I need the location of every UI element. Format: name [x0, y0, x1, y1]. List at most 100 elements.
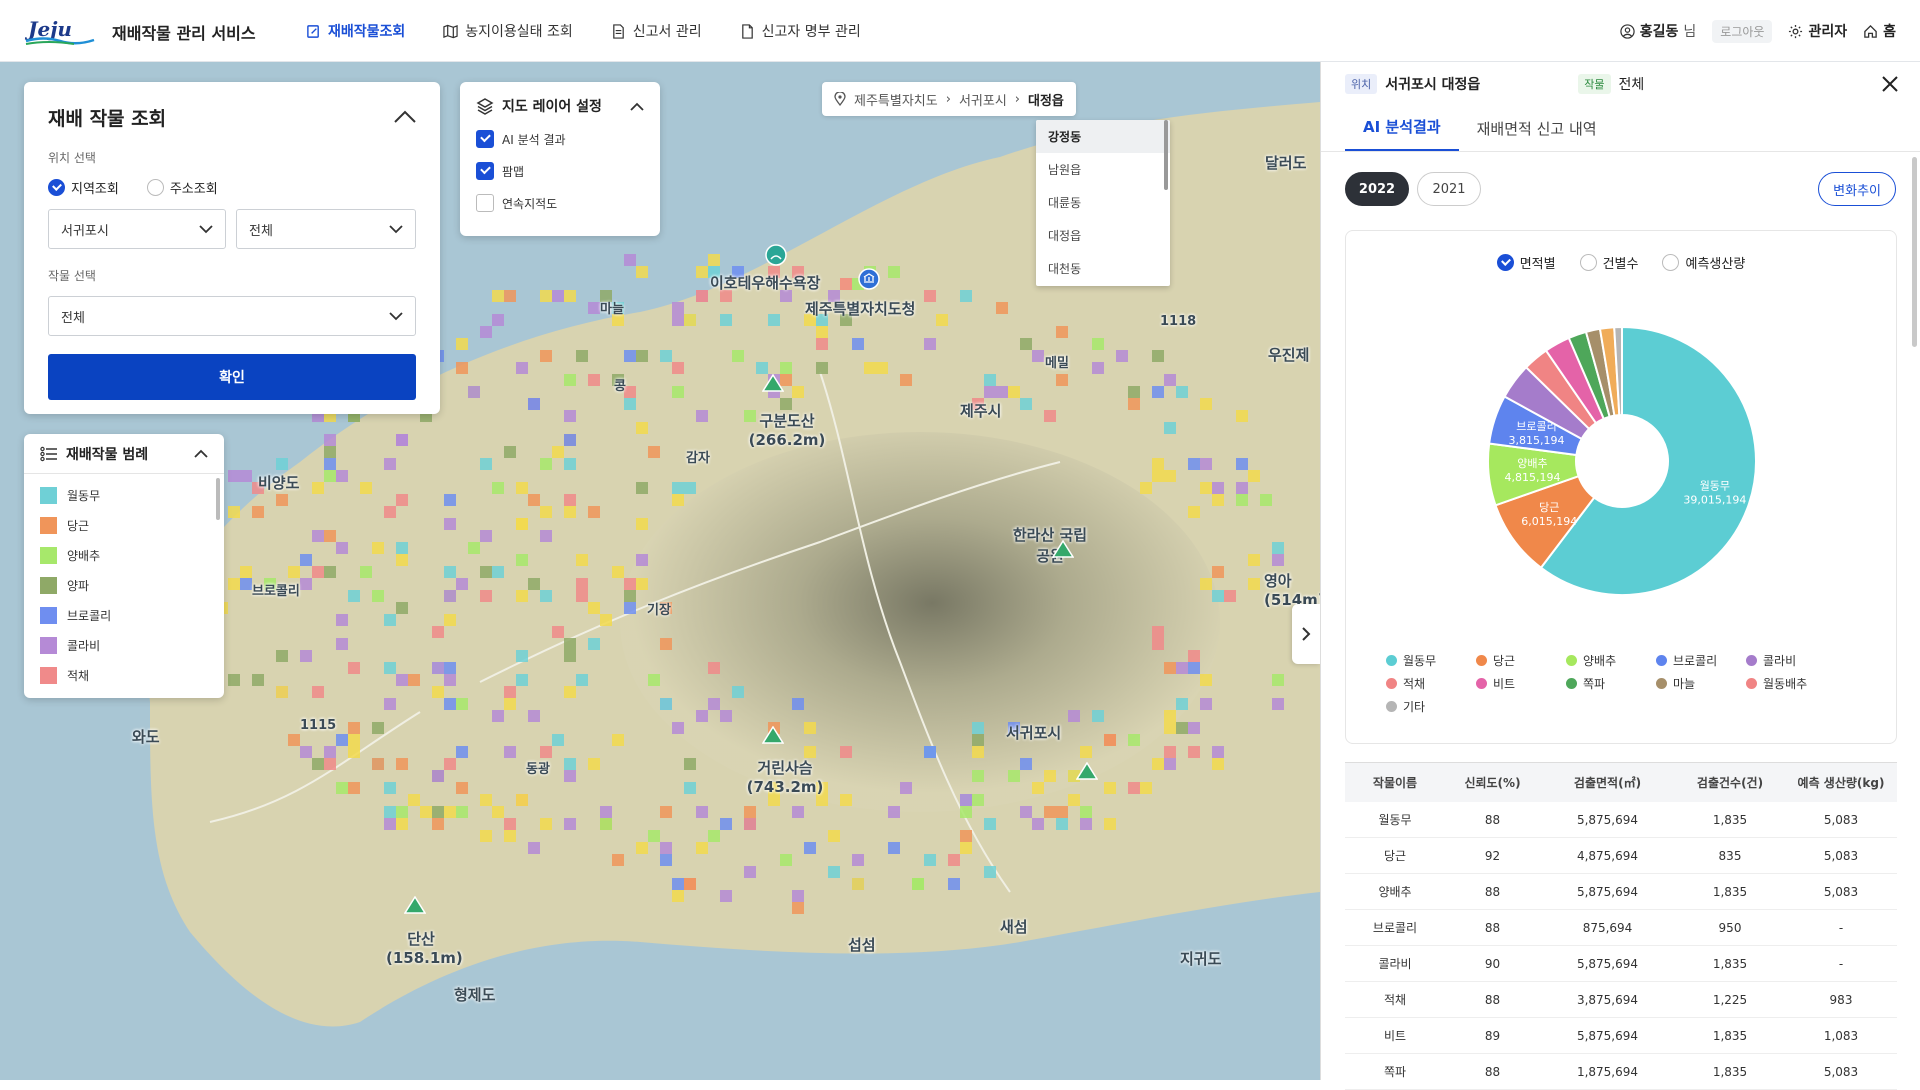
crop-cell	[1248, 554, 1260, 566]
crop-cell	[396, 818, 408, 830]
legend-label: 기타	[1403, 700, 1426, 714]
crop-cell	[420, 806, 432, 818]
expand-panel-handle[interactable]	[1292, 604, 1320, 664]
chevron-right-icon: ›	[1014, 91, 1020, 107]
jeju-logo[interactable]: Jeju	[24, 14, 96, 46]
nav-label: 신고서 관리	[632, 24, 702, 40]
close-icon[interactable]	[1880, 74, 1900, 94]
nav-farmland-usage[interactable]: 농지이용실태 조회	[443, 21, 573, 41]
legend-scrollbar[interactable]	[216, 478, 220, 520]
tab-ai-result[interactable]: AI 분석결과	[1345, 116, 1459, 151]
layer-ai-result-checkbox[interactable]: AI 분석 결과	[476, 130, 644, 148]
crop-cell	[372, 542, 384, 554]
table-cell: 콜라비	[1378, 957, 1412, 971]
mountain-marker-icon	[762, 374, 784, 392]
layer-cadastral-checkbox[interactable]: 연속지적도	[476, 194, 644, 212]
dropdown-option[interactable]: 대정읍	[1036, 219, 1170, 252]
breadcrumb-city[interactable]: 서귀포시	[959, 90, 1007, 109]
crop-cell	[948, 854, 960, 866]
table-row[interactable]: 당근 92 4,875,694 835 5,083	[1345, 838, 1897, 874]
crop-cell	[564, 758, 576, 770]
panel-scrollbar[interactable]	[1912, 157, 1917, 347]
pie-legend-item: 기타	[1386, 695, 1476, 718]
dropdown-option[interactable]: 강정동	[1036, 120, 1170, 153]
crop-cell	[612, 734, 624, 746]
chevron-up-icon[interactable]	[194, 449, 208, 458]
crop-cell	[648, 674, 660, 686]
breadcrumb-town[interactable]: 대정읍	[1028, 90, 1064, 109]
table-row[interactable]: 브로콜리 88 875,694 950 -	[1345, 910, 1897, 946]
map-label: 비양도	[258, 474, 300, 492]
metric-area-radio[interactable]: 면적별	[1496, 253, 1556, 272]
user-info: 홍길동 님	[1620, 21, 1696, 41]
crop-cell	[528, 398, 540, 410]
crop-cell	[336, 614, 348, 626]
nav-label: 신고자 명부 관리	[761, 24, 861, 40]
nav-report-management[interactable]: 신고서 관리	[611, 21, 702, 41]
city-select[interactable]: 서귀포시	[48, 209, 226, 249]
year-filter: 2022 2021 변화추이	[1321, 172, 1920, 206]
tab-area-report-history[interactable]: 재배면적 신고 내역	[1459, 118, 1615, 151]
pie-chart[interactable]: 월동무39,015,194당근6,015,194양배추4,815,194브로콜리…	[1346, 281, 1898, 641]
legend-label: 브로콜리	[1673, 654, 1718, 668]
table-cell: 1,083	[1823, 1028, 1859, 1043]
layer-farmmap-checkbox[interactable]: 팜맵	[476, 162, 644, 180]
legend-item: 양파	[24, 570, 224, 600]
year-2021-button[interactable]: 2021	[1417, 172, 1481, 206]
radio-label: 예측생산량	[1685, 257, 1746, 272]
legend-label: 양배추	[67, 548, 101, 563]
town-select[interactable]: 전체	[236, 209, 416, 249]
table-row[interactable]: 월동무 88 5,875,694 1,835 5,083	[1345, 802, 1897, 838]
confirm-button[interactable]: 확인	[48, 354, 416, 400]
home-link[interactable]: 홈	[1863, 21, 1896, 41]
crop-cell	[456, 746, 468, 758]
nav-reporter-roster[interactable]: 신고자 명부 관리	[740, 21, 861, 41]
legend-swatch	[40, 666, 57, 684]
chevron-up-icon[interactable]	[630, 102, 644, 111]
table-cell: 88	[1484, 812, 1501, 827]
table-row[interactable]: 쪽파 88 1,875,694 1,835 5,083	[1345, 1054, 1897, 1090]
table-row[interactable]: 비트 89 5,875,694 1,835 1,083	[1345, 1018, 1897, 1054]
crop-cell	[744, 866, 756, 878]
metric-yield-radio[interactable]: 예측생산량	[1662, 253, 1745, 272]
dropdown-option[interactable]: 대륜동	[1036, 186, 1170, 219]
dropdown-scrollbar[interactable]	[1164, 120, 1168, 190]
crop-cell	[432, 806, 444, 818]
map-label: 기장	[647, 603, 671, 618]
radio-address[interactable]: 주소조회	[146, 178, 218, 197]
radio-region[interactable]: 지역조회	[48, 178, 119, 197]
crop-cell	[480, 458, 492, 470]
dropdown-option[interactable]: 남원읍	[1036, 153, 1170, 186]
crop-cell	[696, 842, 708, 854]
crop-cell	[816, 362, 828, 374]
column-header: 예측 생산량(kg)	[1797, 776, 1885, 790]
year-2022-button[interactable]: 2022	[1345, 172, 1409, 206]
metric-count-radio[interactable]: 건별수	[1579, 253, 1638, 272]
radio-label: 주소조회	[169, 182, 218, 197]
breadcrumb-province[interactable]: 제주특별자치도	[854, 90, 938, 109]
map-label: 이호테우해수욕장	[710, 274, 821, 292]
dropdown-option[interactable]: 대천동	[1036, 252, 1170, 285]
chevron-right-icon: ›	[945, 91, 951, 107]
logout-button[interactable]: 로그아웃	[1712, 19, 1773, 43]
crop-cell	[1092, 338, 1104, 350]
pie-legend-item: 쪽파	[1566, 672, 1656, 695]
checkbox-label: 연속지적도	[502, 196, 558, 211]
crop-cell	[636, 482, 648, 494]
crop-cell	[636, 842, 648, 854]
table-row[interactable]: 양배추 88 5,875,694 1,835 5,083	[1345, 874, 1897, 910]
trend-button[interactable]: 변화추이	[1818, 172, 1896, 206]
radio-checked-icon	[1496, 254, 1514, 271]
location-tag: 위치	[1345, 74, 1378, 94]
chevron-up-icon[interactable]	[394, 110, 416, 124]
admin-link[interactable]: 관리자	[1788, 21, 1847, 41]
nav-crop-search[interactable]: 재배작물조회	[306, 21, 405, 41]
map-label: 형제도	[454, 986, 496, 1004]
crop-cell	[456, 362, 468, 374]
crop-cell	[480, 566, 492, 578]
table-row[interactable]: 콜라비 90 5,875,694 1,835 -	[1345, 946, 1897, 982]
table-row[interactable]: 적채 88 3,875,694 1,225 983	[1345, 982, 1897, 1018]
crop-stats-table: 작물이름 신뢰도(%) 검출면적(㎡) 검출건수(건) 예측 생산량(kg) 월…	[1345, 762, 1897, 1090]
crop-select[interactable]: 전체	[48, 296, 416, 336]
pie-legend-item: 양배추	[1566, 649, 1656, 672]
